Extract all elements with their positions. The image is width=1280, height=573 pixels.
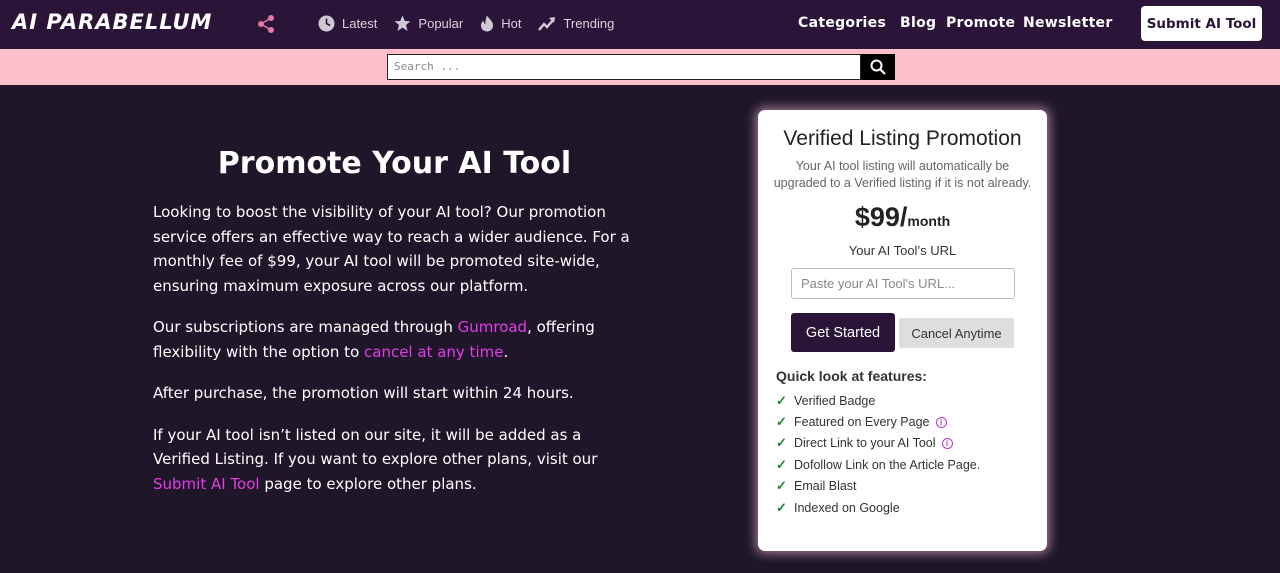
text: .: [503, 342, 509, 361]
nav-categories[interactable]: Categories: [798, 15, 886, 31]
trending-icon: [538, 16, 556, 31]
paragraph-verified: If your AI tool isn’t listed on our site…: [153, 423, 633, 497]
get-started-button[interactable]: Get Started: [791, 313, 895, 352]
paragraph-start: After purchase, the promotion will start…: [153, 384, 574, 402]
list-item: ✓ Dofollow Link on the Article Page.: [776, 454, 980, 475]
tool-url-input[interactable]: Paste your AI Tool's URL...: [791, 268, 1015, 299]
check-icon: ✓: [776, 456, 787, 472]
star-icon: [394, 15, 411, 31]
clock-icon: [318, 15, 335, 31]
feature-label: Verified Badge: [794, 393, 876, 408]
promo-description: Looking to boost the visibility of your …: [153, 200, 633, 513]
url-label: Your AI Tool’s URL: [848, 243, 957, 258]
info-icon[interactable]: i: [935, 416, 947, 428]
search-icon: [870, 59, 886, 75]
share-icon[interactable]: [257, 14, 275, 34]
cancel-anytime-button[interactable]: Cancel Anytime: [899, 318, 1014, 348]
nav-hot[interactable]: Hot: [480, 12, 521, 34]
nav-trending-label: Trending: [563, 15, 615, 31]
nav-blog[interactable]: Blog: [900, 15, 936, 31]
price-period: month: [907, 213, 951, 229]
paragraph-subscriptions: Our subscriptions are managed through Gu…: [153, 315, 633, 364]
nav-left: Latest Popular Hot Trending: [318, 12, 631, 34]
check-icon: ✓: [776, 478, 787, 494]
submit-ai-tool-button[interactable]: Submit AI Tool: [1141, 6, 1262, 41]
search-button[interactable]: [861, 54, 895, 80]
site-logo[interactable]: AI PARABELLUM: [12, 10, 212, 34]
feature-label: Email Blast: [794, 479, 857, 494]
check-icon: ✓: [776, 414, 787, 430]
nav-trending[interactable]: Trending: [538, 12, 614, 34]
nav-latest[interactable]: Latest: [318, 12, 377, 34]
promotion-card: Verified Listing Promotion Your AI tool …: [758, 110, 1047, 551]
card-title: Verified Listing Promotion: [783, 127, 1022, 150]
search-input[interactable]: Search ...: [387, 54, 861, 80]
page-title: Promote Your AI Tool: [217, 146, 572, 181]
paragraph-intro: Looking to boost the visibility of your …: [153, 203, 630, 295]
text: Our subscriptions are managed through: [153, 318, 458, 336]
features-title: Quick look at features:: [776, 368, 927, 384]
gumroad-link[interactable]: Gumroad: [458, 318, 527, 336]
list-item: ✓ Verified Badge: [776, 390, 980, 411]
list-item: ✓ Featured on Every Page i: [776, 411, 980, 432]
submit-ai-tool-link[interactable]: Submit AI Tool: [153, 475, 260, 493]
nav-promote[interactable]: Promote: [946, 15, 1015, 31]
list-item: ✓ Indexed on Google: [776, 497, 980, 518]
feature-label: Indexed on Google: [794, 500, 900, 515]
check-icon: ✓: [776, 435, 787, 451]
check-icon: ✓: [776, 499, 787, 515]
list-item: ✓ Email Blast: [776, 476, 980, 497]
text: page to explore other plans.: [259, 474, 477, 493]
check-icon: ✓: [776, 392, 787, 408]
features-list: ✓ Verified Badge ✓ Featured on Every Page i…: [776, 390, 980, 518]
top-header: AI PARABELLUM Latest Popular Hot Trendin…: [0, 0, 1280, 49]
nav-popular[interactable]: Popular: [394, 12, 463, 34]
info-icon[interactable]: i: [941, 437, 953, 449]
card-description: Your AI tool listing will automatically …: [773, 159, 1032, 190]
feature-label: Featured on Every Page: [794, 415, 930, 430]
search-bar: Search ...: [0, 49, 1280, 85]
price-amount: $99/: [854, 202, 908, 232]
feature-label: Dofollow Link on the Article Page.: [794, 457, 981, 472]
price: $99/month: [758, 202, 1047, 233]
nav-newsletter[interactable]: Newsletter: [1023, 15, 1113, 31]
nav-hot-label: Hot: [501, 15, 522, 31]
list-item: ✓ Direct Link to your AI Tool i: [776, 433, 980, 454]
text: If your AI tool isn’t listed on our site…: [153, 425, 598, 469]
nav-popular-label: Popular: [418, 15, 464, 31]
nav-latest-label: Latest: [342, 15, 378, 31]
flame-icon: [481, 15, 494, 31]
feature-label: Direct Link to your AI Tool: [794, 436, 936, 451]
cancel-anytime-link[interactable]: cancel at any time: [364, 343, 503, 361]
